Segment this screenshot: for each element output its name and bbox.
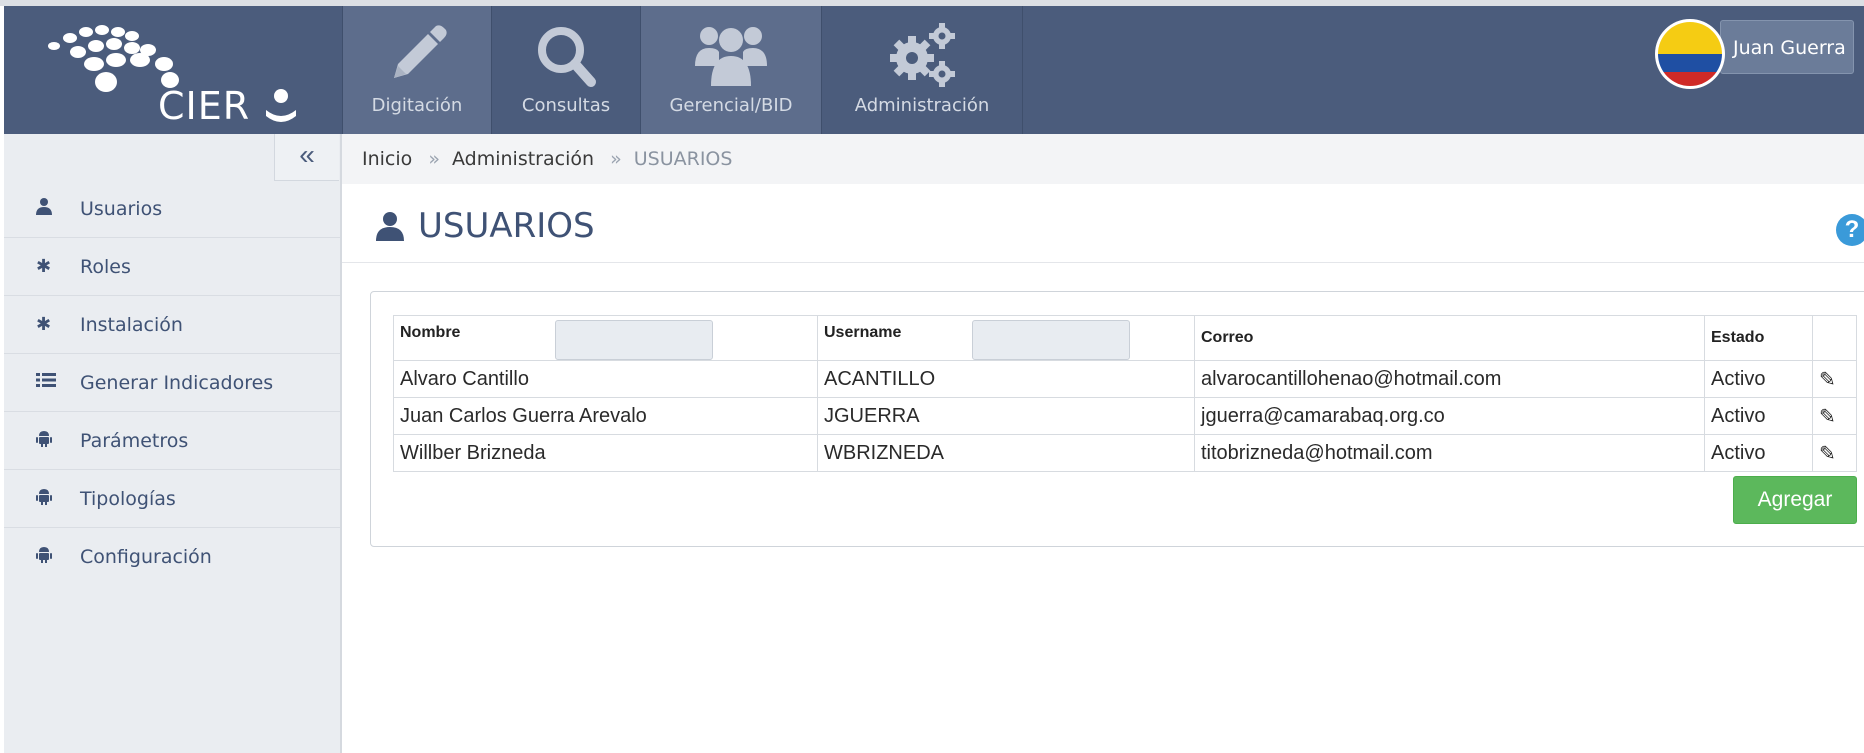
title-divider: [342, 262, 1864, 263]
table-row[interactable]: Willber Brizneda WBRIZNEDA titobrizneda@…: [393, 434, 1857, 472]
sidebar-item-label: Generar Indicadores: [80, 371, 274, 394]
nombre-filter-input[interactable]: [554, 320, 713, 360]
user-icon: [376, 212, 404, 241]
username-filter-input[interactable]: [971, 320, 1130, 360]
sidebar-item-label: Tipologías: [80, 487, 176, 510]
sidebar-item-usuarios[interactable]: Usuarios: [4, 180, 340, 238]
top-navbar: CIER Digitación Consultas Gerencial/BID …: [4, 6, 1864, 134]
logo-person-icon: [266, 89, 296, 122]
sidebar-item-label: Roles: [80, 255, 131, 278]
help-icon[interactable]: ?: [1836, 214, 1864, 246]
table-row[interactable]: Juan Carlos Guerra Arevalo JGUERRA jguer…: [393, 397, 1857, 435]
page-title-text: USUARIOS: [418, 206, 595, 246]
sidebar: « Usuarios ✱ Roles ✱ Instalación Generar…: [4, 134, 342, 753]
sidebar-item-generar-indicadores[interactable]: Generar Indicadores: [4, 354, 340, 412]
asterisk-icon: ✱: [36, 256, 52, 277]
search-icon: [538, 27, 596, 87]
cell-correo: jguerra@camarabaq.org.co: [1194, 397, 1705, 435]
edit-icon[interactable]: ✎: [1812, 360, 1857, 398]
sidebar-item-configuracion[interactable]: Configuración: [4, 528, 340, 585]
tab-gerencial-bid-label: Gerencial/BID: [669, 95, 793, 116]
edit-icon[interactable]: ✎: [1812, 434, 1857, 472]
users-panel: Nombre Username Correo Estado Alvaro Can…: [370, 291, 1864, 547]
brand-name: CIER: [158, 84, 251, 128]
android-icon: [4, 429, 80, 452]
sidebar-menu: Usuarios ✱ Roles ✱ Instalación Generar I…: [4, 180, 340, 585]
breadcrumb-separator: »: [610, 148, 622, 170]
sidebar-item-roles[interactable]: ✱ Roles: [4, 238, 340, 296]
colombia-flag-icon[interactable]: [1654, 18, 1726, 90]
sidebar-collapse-button[interactable]: «: [274, 134, 339, 181]
sidebar-item-parametros[interactable]: Parámetros: [4, 412, 340, 470]
tab-digitacion[interactable]: Digitación: [342, 6, 491, 134]
cell-correo: titobrizneda@hotmail.com: [1194, 434, 1705, 472]
breadcrumb-current: USUARIOS: [633, 148, 733, 170]
column-header-label: Username: [824, 324, 902, 341]
column-header-correo: Correo: [1194, 315, 1705, 361]
sidebar-item-label: Instalación: [80, 313, 183, 336]
column-header-username: Username: [817, 315, 1195, 361]
tab-digitacion-label: Digitación: [371, 95, 463, 116]
breadcrumb-separator: »: [428, 148, 440, 170]
sidebar-item-label: Parámetros: [80, 429, 189, 452]
cell-nombre: Alvaro Cantillo: [393, 360, 818, 398]
users-table: Nombre Username Correo Estado Alvaro Can…: [393, 315, 1857, 472]
cell-nombre: Willber Brizneda: [393, 434, 818, 472]
pencil-icon: [394, 25, 447, 78]
cell-username: WBRIZNEDA: [817, 434, 1195, 472]
users-icon: [695, 27, 767, 86]
android-icon: [4, 545, 80, 568]
cell-username: JGUERRA: [817, 397, 1195, 435]
brand-logo[interactable]: CIER: [4, 6, 342, 134]
add-button[interactable]: Agregar: [1733, 476, 1857, 524]
sidebar-item-instalacion[interactable]: ✱ Instalación: [4, 296, 340, 354]
tab-administracion-label: Administración: [854, 95, 990, 116]
cell-username: ACANTILLO: [817, 360, 1195, 398]
tab-consultas[interactable]: Consultas: [491, 6, 640, 134]
tab-consultas-label: Consultas: [521, 95, 611, 116]
breadcrumb: Inicio » Administración » USUARIOS: [342, 134, 1864, 184]
gears-icon: [890, 23, 955, 87]
cell-estado: Activo: [1704, 397, 1813, 435]
user-menu-button[interactable]: Juan Guerra: [1720, 20, 1854, 74]
user-icon: [4, 197, 80, 220]
cell-estado: Activo: [1704, 360, 1813, 398]
table-header-row: Nombre Username Correo Estado: [393, 315, 1857, 361]
table-row[interactable]: Alvaro Cantillo ACANTILLO alvarocantillo…: [393, 360, 1857, 398]
cell-correo: alvarocantillohenao@hotmail.com: [1194, 360, 1705, 398]
edit-icon[interactable]: ✎: [1812, 397, 1857, 435]
tab-administracion[interactable]: Administración: [821, 6, 1023, 134]
sidebar-item-label: Configuración: [80, 545, 212, 568]
column-header-nombre: Nombre: [393, 315, 818, 361]
asterisk-icon: ✱: [36, 314, 52, 335]
cell-estado: Activo: [1704, 434, 1813, 472]
android-icon: [4, 487, 80, 510]
sidebar-item-label: Usuarios: [80, 197, 163, 220]
column-header-actions: [1812, 315, 1857, 361]
tab-gerencial-bid[interactable]: Gerencial/BID: [640, 6, 821, 134]
list-icon: [4, 372, 80, 393]
breadcrumb-administracion-link[interactable]: Administración: [452, 148, 594, 170]
column-header-estado: Estado: [1704, 315, 1813, 361]
breadcrumb-home-link[interactable]: Inicio: [362, 148, 412, 170]
page-title: USUARIOS: [376, 206, 595, 246]
cell-nombre: Juan Carlos Guerra Arevalo: [393, 397, 818, 435]
column-header-label: Nombre: [400, 324, 461, 341]
sidebar-item-tipologias[interactable]: Tipologías: [4, 470, 340, 528]
